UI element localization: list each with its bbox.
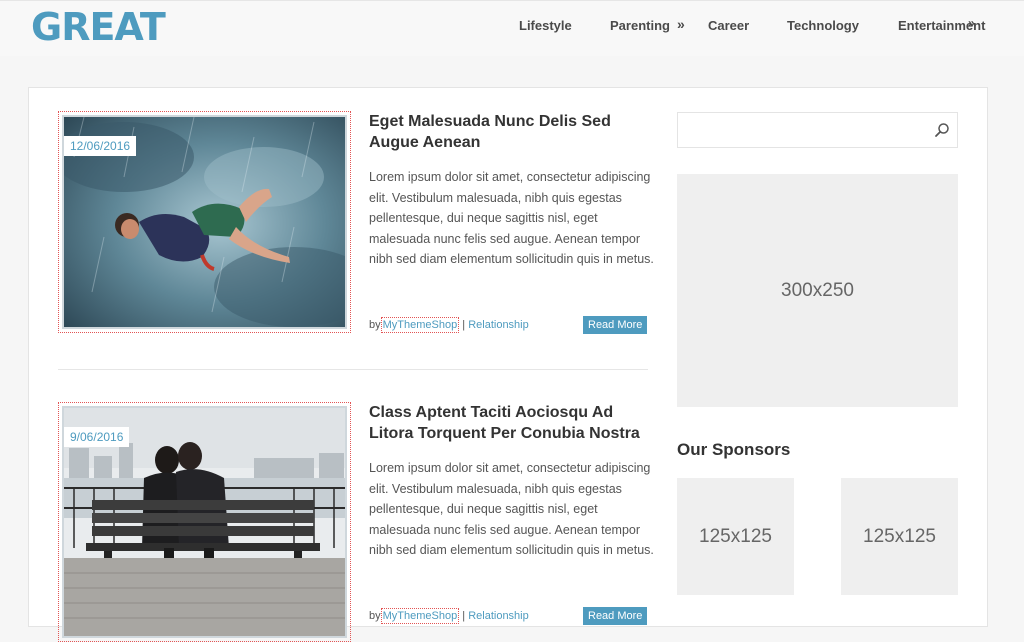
post-excerpt: Lorem ipsum dolor sit amet, consectetur … [369, 170, 654, 266]
content-panel: 12/06/2016 Eget Malesuada Nunc Delis Sed… [28, 87, 988, 642]
search-widget [677, 112, 958, 148]
post-author-link[interactable]: MyThemeShop [380, 608, 460, 624]
ad-placeholder-300x250[interactable]: 300x250 [677, 174, 958, 407]
post-thumbnail[interactable]: 12/06/2016 [58, 111, 351, 333]
post-meta: by MyThemeShop | Relationship [369, 317, 529, 333]
search-input[interactable] [678, 113, 928, 147]
nav-item-parenting[interactable]: Parenting [610, 18, 670, 33]
main-nav: Lifestyle Parenting » Career Technology … [0, 16, 1024, 38]
post-card: 9/06/2016 Class Aptent Taciti Aociosqu A… [58, 402, 654, 642]
read-more-button[interactable]: Read More [583, 316, 648, 334]
ad-placeholder-125x125[interactable]: 125x125 [677, 478, 794, 595]
nav-item-lifestyle[interactable]: Lifestyle [519, 18, 572, 33]
post-divider [58, 369, 648, 370]
post-excerpt: Lorem ipsum dolor sit amet, consectetur … [369, 461, 654, 557]
post-meta-by: by [369, 610, 381, 622]
post-meta-separator: | [462, 319, 466, 331]
submenu-arrow-icon: » [677, 16, 685, 32]
site-header: GREAT Lifestyle Parenting » Career Techn… [0, 0, 1024, 56]
nav-item-technology[interactable]: Technology [787, 18, 859, 33]
search-icon[interactable] [934, 122, 950, 138]
post-card: 12/06/2016 Eget Malesuada Nunc Delis Sed… [58, 111, 654, 351]
nav-item-career[interactable]: Career [708, 18, 749, 33]
post-meta-by: by [369, 319, 381, 331]
sponsors-heading: Our Sponsors [677, 440, 791, 459]
post-category-link[interactable]: Relationship [468, 319, 529, 331]
post-title[interactable]: Class Aptent Taciti Aociosqu Ad Litora T… [369, 402, 654, 444]
post-date: 9/06/2016 [64, 427, 130, 447]
post-meta: by MyThemeShop | Relationship [369, 608, 529, 624]
post-date: 12/06/2016 [64, 136, 137, 156]
post-category-link[interactable]: Relationship [468, 610, 529, 622]
post-meta-separator: | [462, 610, 466, 622]
ad-placeholder-125x125[interactable]: 125x125 [841, 478, 958, 595]
post-author-link[interactable]: MyThemeShop [380, 317, 460, 333]
post-title[interactable]: Eget Malesuada Nunc Delis Sed Augue Aene… [369, 111, 654, 153]
submenu-arrow-icon: » [968, 16, 975, 30]
read-more-button[interactable]: Read More [583, 607, 648, 625]
post-thumbnail[interactable]: 9/06/2016 [58, 402, 351, 642]
